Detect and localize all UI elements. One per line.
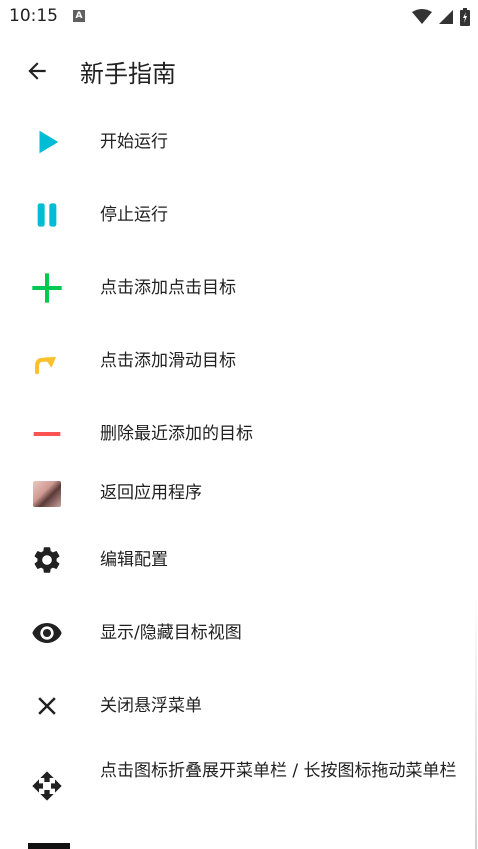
guide-item-add-click: 点击添加点击目标 <box>0 269 478 307</box>
app-thumbnail-icon <box>28 475 66 513</box>
play-icon <box>28 123 66 161</box>
guide-item-label: 点击添加滑动目标 <box>100 351 236 371</box>
wifi-icon <box>412 9 432 24</box>
guide-item-label: 删除最近添加的目标 <box>100 424 253 444</box>
page-title: 新手指南 <box>80 60 176 88</box>
guide-item-close-menu: 关闭悬浮菜单 <box>0 687 478 725</box>
guide-item-stop: 停止运行 <box>0 196 478 234</box>
minus-icon <box>28 415 66 453</box>
pause-icon <box>28 196 66 234</box>
guide-item-return-app: 返回应用程序 <box>0 475 478 513</box>
plus-icon <box>28 269 66 307</box>
arrow-back-icon <box>28 62 46 80</box>
guide-item-label: 点击添加点击目标 <box>100 278 236 298</box>
close-icon <box>28 687 66 725</box>
guide-item-edit-config: 编辑配置 <box>0 541 478 579</box>
system-icons <box>412 8 470 26</box>
guide-item-label: 显示/隐藏目标视图 <box>100 623 242 643</box>
status-time: 10:15 <box>9 6 58 26</box>
swipe-arrow-icon <box>28 342 66 380</box>
guide-item-label: 编辑配置 <box>100 550 168 570</box>
status-bar: 10:15 A <box>0 0 478 34</box>
eye-icon <box>28 614 66 652</box>
guide-item-toggle-targets: 显示/隐藏目标视图 <box>0 614 478 652</box>
guide-item-start: 开始运行 <box>0 123 478 161</box>
guide-item-move-menu: 点击图标折叠展开菜单栏 / 长按图标拖动菜单栏 <box>0 757 478 815</box>
guide-item-label: 点击图标折叠展开菜单栏 / 长按图标拖动菜单栏 <box>100 761 457 781</box>
signal-icon <box>439 10 453 24</box>
scroll-edge <box>475 0 477 849</box>
guide-item-add-swipe: 点击添加滑动目标 <box>0 342 478 380</box>
back-button[interactable] <box>18 52 56 90</box>
guide-item-label: 关闭悬浮菜单 <box>100 696 202 716</box>
move-icon <box>28 767 66 805</box>
guide-item-label: 返回应用程序 <box>100 483 202 503</box>
app-bar: 新手指南 <box>0 40 478 100</box>
gear-icon <box>28 541 66 579</box>
guide-item-label: 开始运行 <box>100 132 168 152</box>
battery-icon <box>460 8 470 26</box>
notification-icon: A <box>73 10 85 22</box>
next-item-icon-partial <box>28 843 70 849</box>
guide-item-label: 停止运行 <box>100 205 168 225</box>
guide-item-delete: 删除最近添加的目标 <box>0 415 478 453</box>
